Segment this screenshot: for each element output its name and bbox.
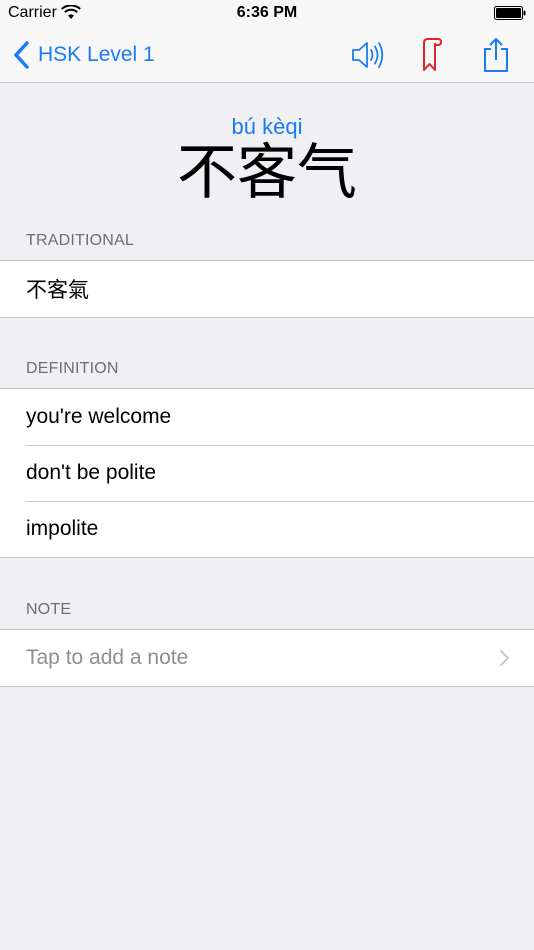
simplified-characters: 不客气 — [177, 139, 357, 206]
traditional-section-header: TRADITIONAL — [26, 232, 134, 249]
chevron-right-icon — [500, 650, 509, 666]
speaker-button[interactable] — [348, 36, 388, 74]
note-placeholder: Tap to add a note — [26, 646, 189, 669]
status-time: 6:36 PM — [236, 4, 298, 21]
definition-row: you're welcome — [26, 405, 172, 428]
status-bar: Carrier 6:36 PM — [0, 0, 534, 28]
back-button-label: HSK Level 1 — [38, 43, 155, 66]
pinyin-text: bú kèqi — [231, 114, 303, 139]
traditional-group: 不客氣 — [0, 260, 534, 318]
add-note-row[interactable]: Tap to add a note — [0, 630, 534, 686]
share-icon — [484, 38, 508, 72]
bookmark-button[interactable] — [411, 36, 451, 74]
note-group: Tap to add a note — [0, 629, 534, 687]
chevron-left-icon — [14, 41, 29, 69]
definition-group: you're welcome don't be polite impolite — [0, 388, 534, 558]
definition-row: impolite — [0, 501, 534, 557]
traditional-row: 不客氣 — [26, 279, 89, 302]
word-header: bú kèqi 不客气 — [0, 83, 534, 228]
navigation-bar: HSK Level 1 — [0, 28, 534, 83]
back-button[interactable]: HSK Level 1 — [12, 38, 155, 72]
speaker-icon — [352, 42, 384, 68]
bookmark-icon — [423, 38, 442, 71]
definition-row: don't be polite — [0, 445, 534, 501]
share-button[interactable] — [476, 36, 516, 74]
note-section-header: NOTE — [26, 601, 72, 618]
definition-section-header: DEFINITION — [26, 360, 119, 377]
battery-icon — [494, 6, 526, 20]
